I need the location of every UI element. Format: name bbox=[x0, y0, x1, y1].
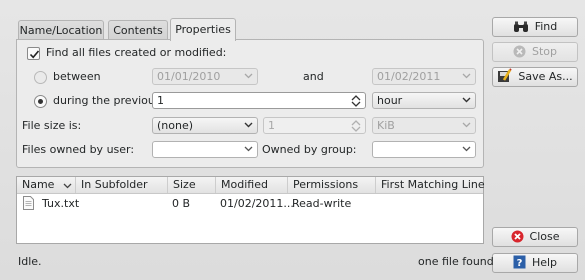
find-button[interactable]: Find bbox=[492, 17, 578, 37]
results-header: Name In Subfolder Size Modified Permissi… bbox=[17, 177, 485, 194]
column-header-name[interactable]: Name bbox=[17, 177, 75, 193]
stop-button-label: Stop bbox=[531, 45, 557, 58]
during-unit-select[interactable]: hour bbox=[372, 92, 476, 109]
close-button-label: Close bbox=[529, 230, 560, 243]
close-icon bbox=[511, 230, 524, 243]
tab-properties[interactable]: Properties bbox=[170, 18, 236, 41]
chevron-down-icon bbox=[462, 73, 471, 79]
row-modified: 01/02/2011... bbox=[220, 197, 294, 210]
group-label: Owned by group: bbox=[262, 143, 357, 156]
tab-name-location[interactable]: Name/Location bbox=[18, 20, 104, 40]
owner-label: Files owned by user: bbox=[22, 143, 135, 156]
size-unit-select[interactable]: KiB bbox=[372, 117, 476, 134]
chevron-down-icon bbox=[462, 122, 471, 128]
size-mode-select[interactable]: (none) bbox=[152, 117, 258, 134]
size-value: 1 bbox=[268, 119, 275, 132]
find-button-label: Find bbox=[534, 20, 558, 33]
column-label: Permissions bbox=[293, 178, 359, 191]
find-all-checkbox[interactable] bbox=[27, 47, 40, 60]
properties-panel: Find all files created or modified: betw… bbox=[16, 39, 484, 168]
during-value-spinbox[interactable]: 1 bbox=[152, 92, 366, 109]
results-table[interactable]: Name In Subfolder Size Modified Permissi… bbox=[16, 176, 485, 244]
tab-contents[interactable]: Contents bbox=[108, 20, 168, 40]
column-label: Modified bbox=[221, 178, 268, 191]
help-button[interactable]: ? Help bbox=[492, 253, 578, 273]
result-count: one file found bbox=[418, 255, 494, 268]
tab-label: Name/Location bbox=[19, 24, 103, 37]
help-button-label: Help bbox=[531, 256, 558, 269]
row-permissions: Read-write bbox=[292, 197, 352, 210]
size-value-spinbox[interactable]: 1 bbox=[263, 117, 366, 134]
and-label: and bbox=[303, 70, 324, 83]
file-size-label: File size is: bbox=[22, 119, 82, 132]
size-unit-value: KiB bbox=[377, 119, 395, 132]
stop-button[interactable]: Stop bbox=[492, 42, 578, 62]
during-value: 1 bbox=[157, 94, 164, 107]
save-as-icon bbox=[498, 68, 513, 82]
chevron-down-icon bbox=[462, 97, 471, 103]
chevron-down-icon bbox=[244, 146, 253, 152]
binoculars-icon bbox=[513, 21, 528, 32]
spin-arrows-icon bbox=[351, 95, 361, 107]
column-label: In Subfolder bbox=[81, 178, 148, 191]
svg-text:?: ? bbox=[517, 258, 523, 269]
column-header-size[interactable]: Size bbox=[167, 177, 215, 193]
from-date-select[interactable]: 01/01/2010 bbox=[152, 68, 258, 85]
owner-user-select[interactable] bbox=[152, 141, 258, 158]
spin-arrows-icon bbox=[351, 120, 361, 132]
column-header-modified[interactable]: Modified bbox=[215, 177, 287, 193]
tab-label: Properties bbox=[175, 23, 231, 36]
between-label: between bbox=[53, 70, 101, 83]
sort-chevron-down-icon bbox=[63, 183, 72, 189]
between-radio[interactable] bbox=[34, 71, 47, 84]
during-radio[interactable] bbox=[34, 95, 47, 108]
help-icon: ? bbox=[513, 255, 526, 269]
close-button[interactable]: Close bbox=[492, 227, 578, 247]
column-label: Name bbox=[22, 178, 55, 191]
find-all-label: Find all files created or modified: bbox=[46, 46, 227, 59]
save-as-button[interactable]: Save As... bbox=[492, 67, 578, 87]
chevron-down-icon bbox=[462, 146, 471, 152]
column-header-subfolder[interactable]: In Subfolder bbox=[75, 177, 167, 193]
column-header-permissions[interactable]: Permissions bbox=[287, 177, 375, 193]
chevron-down-icon bbox=[244, 122, 253, 128]
row-size: 0 B bbox=[172, 197, 191, 210]
text-file-icon bbox=[23, 196, 34, 210]
tab-label: Contents bbox=[113, 24, 163, 37]
status-text: Idle. bbox=[18, 255, 42, 268]
size-mode-value: (none) bbox=[157, 119, 194, 132]
to-date-select[interactable]: 01/02/2011 bbox=[372, 68, 476, 85]
owner-group-select[interactable] bbox=[372, 141, 476, 158]
column-label: Size bbox=[173, 178, 196, 191]
column-header-first-line[interactable]: First Matching Line bbox=[375, 177, 485, 193]
check-icon bbox=[29, 50, 40, 59]
from-date-value: 01/01/2010 bbox=[157, 70, 221, 83]
row-name: Tux.txt bbox=[42, 197, 80, 210]
stop-icon bbox=[513, 45, 526, 58]
during-label: during the previous bbox=[53, 94, 161, 107]
during-unit-value: hour bbox=[377, 94, 403, 107]
column-label: First Matching Line bbox=[381, 178, 485, 191]
chevron-down-icon bbox=[244, 73, 253, 79]
save-as-button-label: Save As... bbox=[518, 70, 573, 83]
to-date-value: 01/02/2011 bbox=[377, 70, 441, 83]
